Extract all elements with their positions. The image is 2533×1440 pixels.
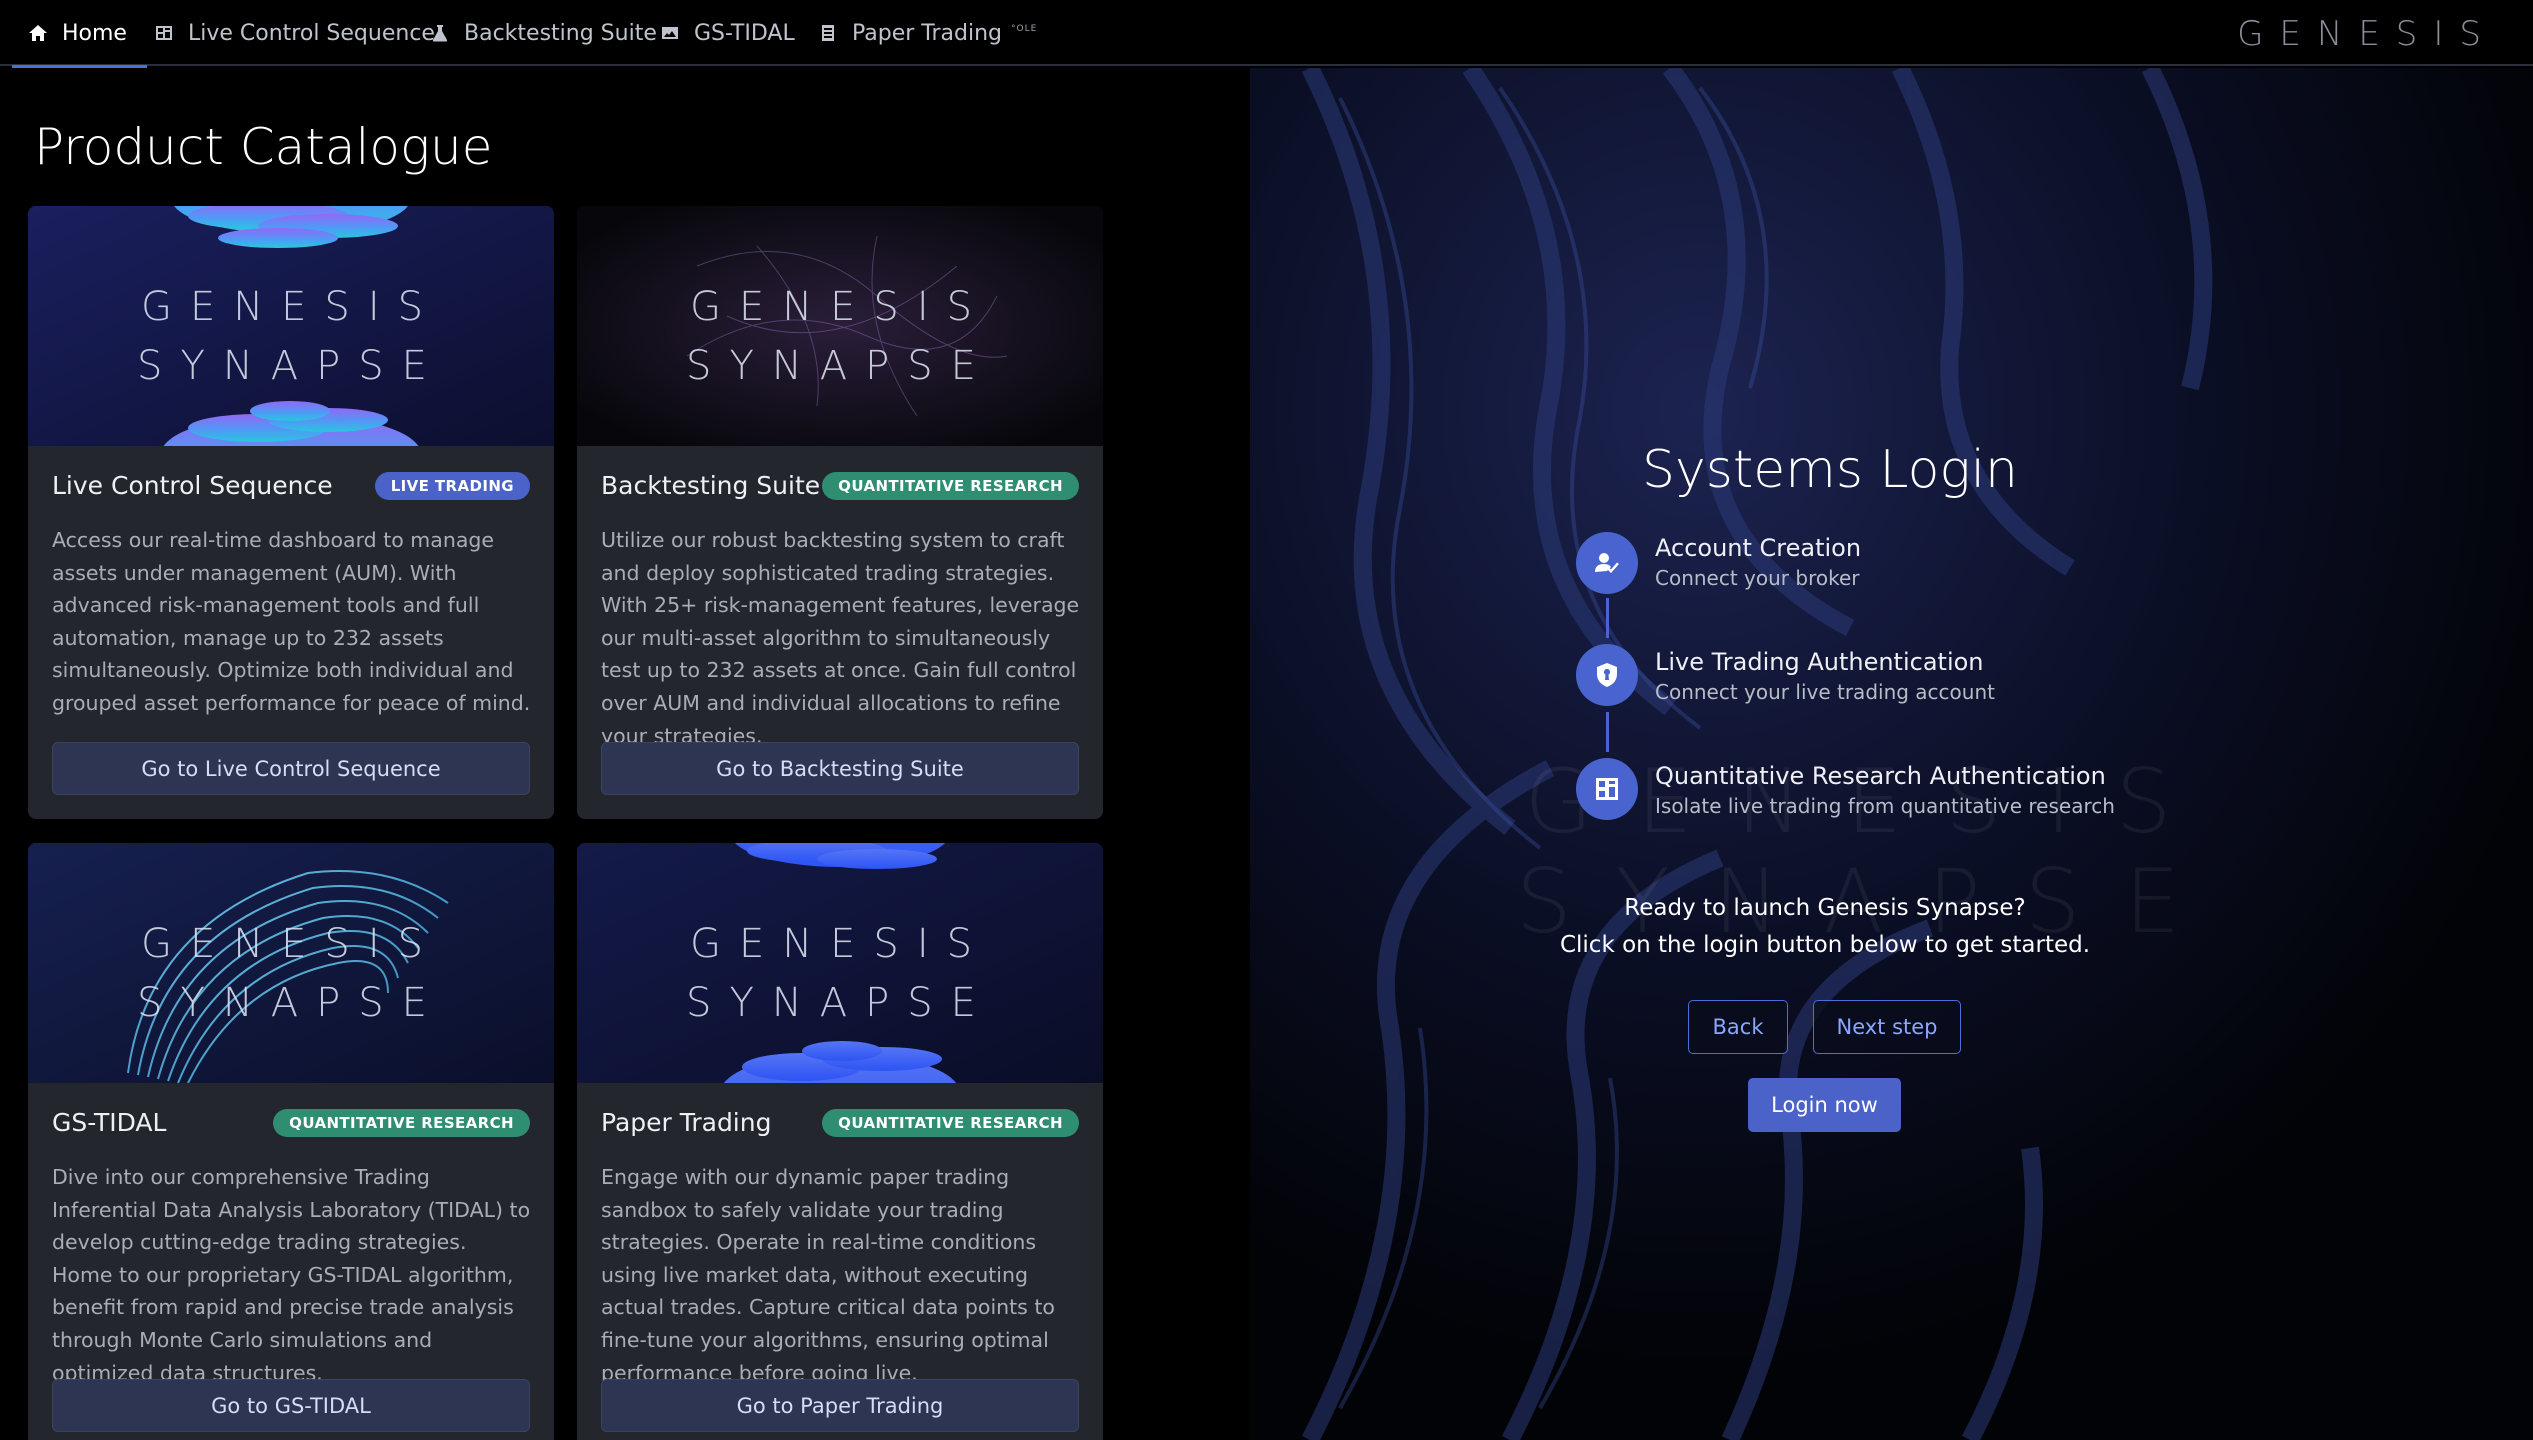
card-title: Paper Trading	[601, 1108, 772, 1137]
step-subtitle: Connect your broker	[1655, 566, 1860, 590]
go-to-gs-tidal-button[interactable]: Go to GS-TIDAL	[52, 1379, 530, 1432]
chart-image-icon	[662, 27, 678, 39]
card-description: Engage with our dynamic paper trading sa…	[601, 1165, 1055, 1385]
step-connector	[1606, 598, 1609, 638]
status-badge: QUANTITATIVE RESEARCH	[273, 1108, 530, 1137]
card-banner: GENESIS SYNAPSE	[28, 206, 554, 446]
page-title: Product Catalogue	[34, 118, 493, 176]
step-connector	[1606, 712, 1609, 752]
banner-subtitle: SYNAPSE	[686, 342, 994, 389]
status-badge: QUANTITATIVE RESEARCH	[822, 1108, 1079, 1137]
step-subtitle: Connect your live trading account	[1655, 680, 1995, 704]
banner-subtitle: SYNAPSE	[137, 342, 445, 389]
tab-home[interactable]: Home	[12, 0, 147, 68]
banner-subtitle: SYNAPSE	[686, 979, 994, 1026]
card-description: Utilize our robust backtesting system to…	[601, 528, 1080, 748]
status-badge: QUANTITATIVE RESEARCH	[822, 471, 1079, 500]
product-card-gs-tidal: GENESIS SYNAPSE GS-TIDAL QUANTITATIVE RE…	[28, 843, 554, 1440]
grid-icon	[1596, 778, 1618, 800]
dashboard-icon	[156, 26, 172, 40]
card-description: Access our real-time dashboard to manage…	[52, 528, 531, 715]
go-to-backtesting-button[interactable]: Go to Backtesting Suite	[601, 742, 1079, 795]
product-card-backtesting: GENESIS SYNAPSE Backtesting Suite QUANTI…	[577, 206, 1103, 819]
step-live-trading-auth	[1576, 644, 1638, 706]
banner-title: GENESIS	[689, 283, 991, 330]
card-banner: GENESIS SYNAPSE	[577, 843, 1103, 1083]
top-nav: Home Live Control Sequence Backtesting S…	[0, 0, 2533, 68]
go-to-live-control-button[interactable]: Go to Live Control Sequence	[52, 742, 530, 795]
brand-logo: GENESIS	[2237, 14, 2497, 54]
card-title: Live Control Sequence	[52, 471, 333, 500]
product-card-live-control: GENESIS SYNAPSE Live Control Sequence LI…	[28, 206, 554, 819]
tab-overflow[interactable]: °OLE	[1011, 24, 1037, 34]
product-card-paper-trading: GENESIS SYNAPSE Paper Trading QUANTITATI…	[577, 843, 1103, 1440]
banner-title: GENESIS	[140, 920, 442, 967]
step-title: Live Trading Authentication	[1655, 648, 1984, 676]
status-badge: LIVE TRADING	[374, 471, 530, 500]
go-to-paper-trading-button[interactable]: Go to Paper Trading	[601, 1379, 1079, 1432]
login-now-button[interactable]: Login now	[1748, 1078, 1901, 1132]
step-subtitle: Isolate live trading from quantitative r…	[1655, 794, 2115, 818]
banner-title: GENESIS	[689, 920, 991, 967]
login-message-line2: Click on the login button below to get s…	[1559, 932, 2091, 958]
user-check-icon	[1595, 553, 1619, 573]
tab-label: Live Control Sequence	[188, 20, 435, 46]
banner-title: GENESIS	[140, 283, 442, 330]
step-title: Quantitative Research Authentication	[1655, 762, 2106, 790]
tab-live-control-sequence[interactable]: Live Control Sequence	[154, 0, 435, 66]
card-title: Backtesting Suite	[601, 471, 821, 500]
tab-backtesting-suite[interactable]: Backtesting Suite	[430, 0, 657, 66]
step-title: Account Creation	[1655, 534, 1862, 562]
card-description: Dive into our comprehensive Trading Infe…	[52, 1165, 531, 1385]
card-banner: GENESIS SYNAPSE	[28, 843, 554, 1083]
step-account-creation	[1576, 532, 1638, 594]
card-banner: GENESIS SYNAPSE	[577, 206, 1103, 446]
back-button[interactable]: Back	[1688, 1000, 1788, 1054]
tab-label: Paper Trading	[852, 20, 1003, 46]
step-quant-research-auth	[1576, 758, 1638, 820]
next-step-button[interactable]: Next step	[1813, 1000, 1961, 1054]
banner-subtitle: SYNAPSE	[137, 979, 445, 1026]
login-message: Ready to launch Genesis Synapse? Click o…	[1380, 890, 2270, 964]
shield-icon	[1597, 663, 1617, 687]
flask-icon	[432, 25, 448, 42]
login-message-line1: Ready to launch Genesis Synapse?	[1624, 895, 2026, 921]
home-icon	[29, 25, 47, 41]
card-title: GS-TIDAL	[52, 1108, 167, 1137]
tab-label: Home	[62, 20, 127, 46]
tab-paper-trading[interactable]: Paper Trading	[818, 0, 1002, 66]
tab-label: Backtesting Suite	[464, 20, 657, 46]
tab-label: GS-TIDAL	[694, 20, 795, 46]
tab-gs-tidal[interactable]: GS-TIDAL	[660, 0, 795, 66]
login-title: Systems Login	[1641, 440, 2018, 500]
document-icon	[822, 25, 834, 41]
